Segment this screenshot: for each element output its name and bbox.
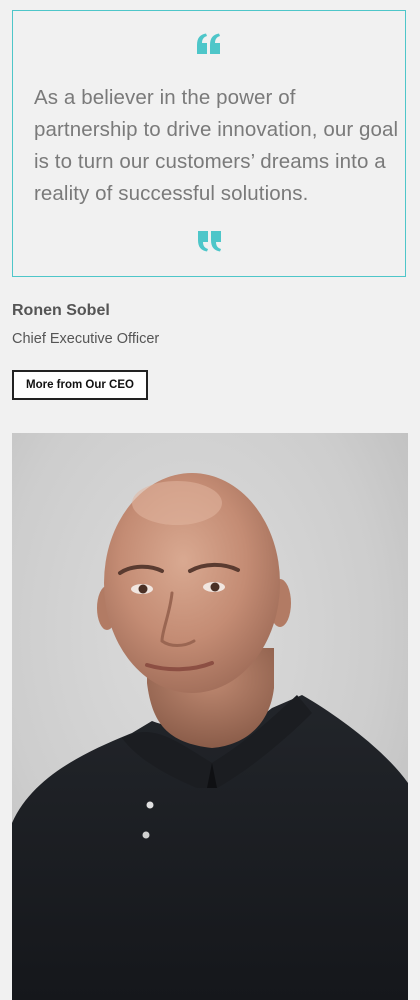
person-name: Ronen Sobel [12,302,110,319]
more-from-ceo-button[interactable]: More from Our CEO [12,370,148,400]
ceo-portrait-photo [12,433,408,1000]
testimonial-quote-box: As a believer in the power of partnershi… [12,10,406,277]
open-quote-icon [197,33,220,54]
close-quote-icon [198,231,221,252]
person-title: Chief Executive Officer [12,331,160,347]
quote-text: As a believer in the power of partnershi… [34,86,399,205]
